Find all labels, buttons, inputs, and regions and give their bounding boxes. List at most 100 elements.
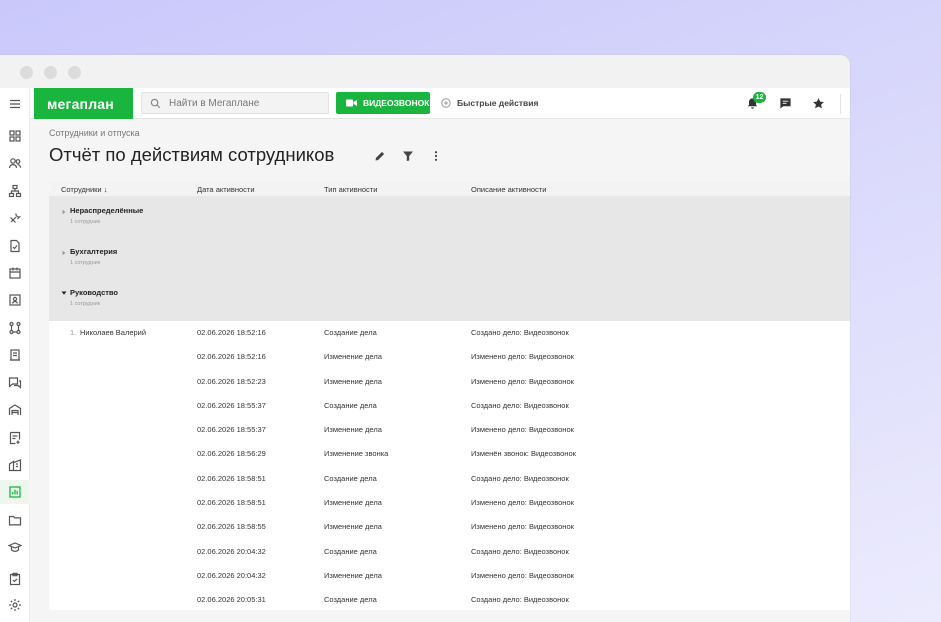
activity-description[interactable]: Создано дело: Видеозвонок [471, 328, 569, 337]
activity-description[interactable]: Изменено дело: Видеозвонок [471, 571, 574, 580]
table-row[interactable]: 02.06.2026 18:58:51 Создание дела Создан… [49, 466, 850, 492]
edit-button[interactable] [366, 147, 394, 165]
task-icon[interactable] [0, 234, 30, 258]
topbar: мегаплан ВИДЕОЗВОНОК Быстрые действия 12 [30, 88, 850, 119]
activity-description[interactable]: Изменён звонок: Видеозвонок [471, 449, 576, 458]
activity-description[interactable]: Изменено дело: Видеозвонок [471, 498, 574, 507]
activity-description[interactable]: Изменено дело: Видеозвонок [471, 377, 574, 386]
activity-date: 02.06.2026 20:04:32 [197, 570, 266, 580]
warehouse-icon[interactable] [0, 398, 30, 422]
table-row[interactable]: 02.06.2026 18:52:16 Изменение дела Измен… [49, 345, 850, 370]
sidebar [0, 88, 30, 622]
table-row[interactable]: 02.06.2026 20:04:32 Создание дела Создан… [49, 539, 850, 564]
chevron-right-icon [62, 209, 66, 215]
column-header-employees[interactable]: Сотрудники ↓ [61, 185, 107, 194]
activity-type: Изменение дела [324, 376, 382, 386]
group-row-unassigned[interactable]: Нераспределённые 1 сотрудник [49, 197, 850, 238]
activity-description[interactable]: Создано дело: Видеозвонок [471, 474, 569, 483]
video-call-button[interactable]: ВИДЕОЗВОНОК [336, 92, 430, 114]
invoice-icon[interactable] [0, 426, 30, 450]
employee-name[interactable]: Николаев Валерий [80, 328, 146, 337]
activity-description[interactable]: Изменено дело: Видеозвонок [471, 522, 574, 531]
activity-type: Изменение дела [324, 498, 382, 508]
chevron-down-icon [61, 291, 67, 295]
activity-type: Создание дела [324, 473, 377, 483]
activity-date: 02.06.2026 18:58:51 [197, 498, 266, 508]
table-row[interactable]: 02.06.2026 18:52:23 Изменение дела Измен… [49, 369, 850, 394]
activity-description[interactable]: Создано дело: Видеозвонок [471, 401, 569, 410]
table-row[interactable]: 02.06.2026 18:56:29 Изменение звонка Изм… [49, 442, 850, 467]
activity-type: Создание дела [324, 400, 377, 410]
activity-date: 02.06.2026 18:52:16 [197, 352, 266, 362]
activity-description[interactable]: Создано дело: Видеозвонок [471, 595, 569, 604]
clipboard-icon[interactable] [0, 567, 30, 591]
table-row[interactable]: 02.06.2026 18:55:37 Изменение дела Измен… [49, 418, 850, 443]
messages-button[interactable] [773, 88, 797, 119]
activity-date: 02.06.2026 18:52:23 [197, 376, 266, 386]
activity-description[interactable]: Изменено дело: Видеозвонок [471, 425, 574, 434]
group-row-accounting[interactable]: Бухгалтерия 1 сотрудник [49, 238, 850, 279]
menu-icon[interactable] [0, 92, 30, 116]
activity-date: 02.06.2026 18:58:51 [197, 473, 266, 483]
pencil-icon [375, 151, 385, 161]
star-icon [812, 98, 824, 109]
topbar-divider [840, 94, 841, 114]
title-actions [366, 147, 450, 165]
window-minimize-dot[interactable] [44, 66, 57, 79]
education-icon[interactable] [0, 535, 30, 559]
folder-icon[interactable] [0, 508, 30, 532]
table-row[interactable]: 1. Николаев Валерий 02.06.2026 18:52:16 … [49, 321, 850, 346]
activity-type: Изменение звонка [324, 449, 389, 459]
hierarchy-icon[interactable] [0, 179, 30, 203]
calendar-icon[interactable] [0, 261, 30, 285]
breadcrumb[interactable]: Сотрудники и отпуска [49, 128, 140, 138]
tools-icon[interactable] [0, 206, 30, 230]
filter-button[interactable] [394, 147, 422, 165]
search-box[interactable] [141, 92, 329, 114]
search-icon [150, 98, 161, 108]
activity-date: 02.06.2026 18:58:55 [197, 522, 266, 532]
settings-icon[interactable] [0, 593, 30, 617]
search-input[interactable] [169, 97, 319, 109]
browser-window: мегаплан ВИДЕОЗВОНОК Быстрые действия 12 [0, 55, 850, 622]
activity-type: Изменение дела [324, 570, 382, 580]
activity-date: 02.06.2026 20:04:32 [197, 546, 266, 556]
more-vertical-icon [434, 151, 438, 161]
column-header-description[interactable]: Описание активности [471, 185, 546, 194]
quick-actions-button[interactable]: Быстрые действия [441, 92, 538, 114]
app-logo[interactable]: мегаплан [34, 88, 133, 119]
favorites-button[interactable] [806, 88, 830, 119]
group-row-management[interactable]: Руководство 1 сотрудник [49, 279, 850, 321]
document-icon[interactable] [0, 343, 30, 367]
grid-icon[interactable] [0, 124, 30, 148]
message-icon [779, 98, 791, 109]
table-row[interactable]: 02.06.2026 18:55:37 Создание дела Создан… [49, 393, 850, 419]
table-row[interactable]: 02.06.2026 20:05:31 Создание дела Создан… [49, 588, 850, 610]
column-header-type[interactable]: Тип активности [324, 185, 377, 194]
column-header-date[interactable]: Дата активности [197, 185, 255, 194]
more-button[interactable] [422, 147, 450, 165]
table-row[interactable]: 02.06.2026 18:58:55 Изменение дела Измен… [49, 515, 850, 540]
chat-icon[interactable] [0, 371, 30, 395]
users-icon[interactable] [0, 151, 30, 175]
report-icon[interactable] [0, 480, 30, 504]
activity-date: 02.06.2026 20:05:31 [197, 595, 266, 605]
contact-card-icon[interactable] [0, 288, 30, 312]
workflow-icon[interactable] [0, 316, 30, 340]
activity-description[interactable]: Изменено дело: Видеозвонок [471, 352, 574, 361]
app-area: мегаплан ВИДЕОЗВОНОК Быстрые действия 12 [0, 88, 850, 622]
activity-type: Изменение дела [324, 352, 382, 362]
main-content: Сотрудники и отпуска Отчёт по действиям … [30, 119, 850, 622]
group-name: Бухгалтерия [70, 247, 118, 256]
notifications-button[interactable]: 12 [740, 88, 766, 119]
group-name: Нераспределённые [70, 206, 144, 215]
chevron-right-icon [62, 250, 66, 256]
window-maximize-dot[interactable] [68, 66, 81, 79]
window-close-dot[interactable] [20, 66, 33, 79]
table-row[interactable]: 02.06.2026 18:58:51 Изменение дела Измен… [49, 491, 850, 516]
page-title: Отчёт по действиям сотрудников [49, 144, 335, 165]
activity-date: 02.06.2026 18:55:37 [197, 425, 266, 435]
building-icon[interactable] [0, 453, 30, 477]
activity-description[interactable]: Создано дело: Видеозвонок [471, 547, 569, 556]
table-row[interactable]: 02.06.2026 20:04:32 Изменение дела Измен… [49, 563, 850, 589]
